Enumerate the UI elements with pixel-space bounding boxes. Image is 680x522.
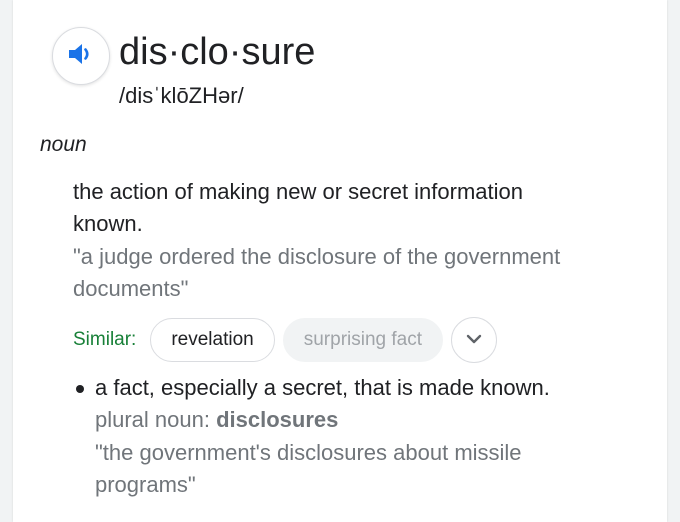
speaker-icon	[67, 42, 95, 71]
plural-form: plural noun: disclosures	[95, 404, 338, 436]
expand-similar-button[interactable]	[451, 317, 498, 363]
similar-label: Similar:	[73, 329, 137, 350]
headword: dis·clo·sure	[119, 31, 316, 73]
plural-value: disclosures	[216, 407, 339, 432]
similar-chip-surprising-fact[interactable]: surprising fact	[282, 318, 444, 362]
plural-label: plural noun:	[95, 407, 217, 432]
chevron-down-icon	[466, 331, 482, 349]
definition-1: the action of making new or secret infor…	[73, 179, 524, 236]
part-of-speech: noun	[40, 133, 87, 156]
definition-2: a fact, especially a secret, that is mad…	[95, 375, 550, 400]
bullet-point	[76, 385, 84, 393]
example-2: "the government's disclosures about miss…	[95, 440, 522, 497]
similar-row: Similar: revelation surprising fact	[73, 317, 498, 363]
phonetic-spelling: /disˈklōZHər/	[119, 83, 244, 108]
example-1: "a judge ordered the disclosure of the g…	[73, 244, 561, 301]
pronunciation-button[interactable]	[52, 27, 110, 85]
similar-chip-revelation[interactable]: revelation	[150, 318, 275, 362]
